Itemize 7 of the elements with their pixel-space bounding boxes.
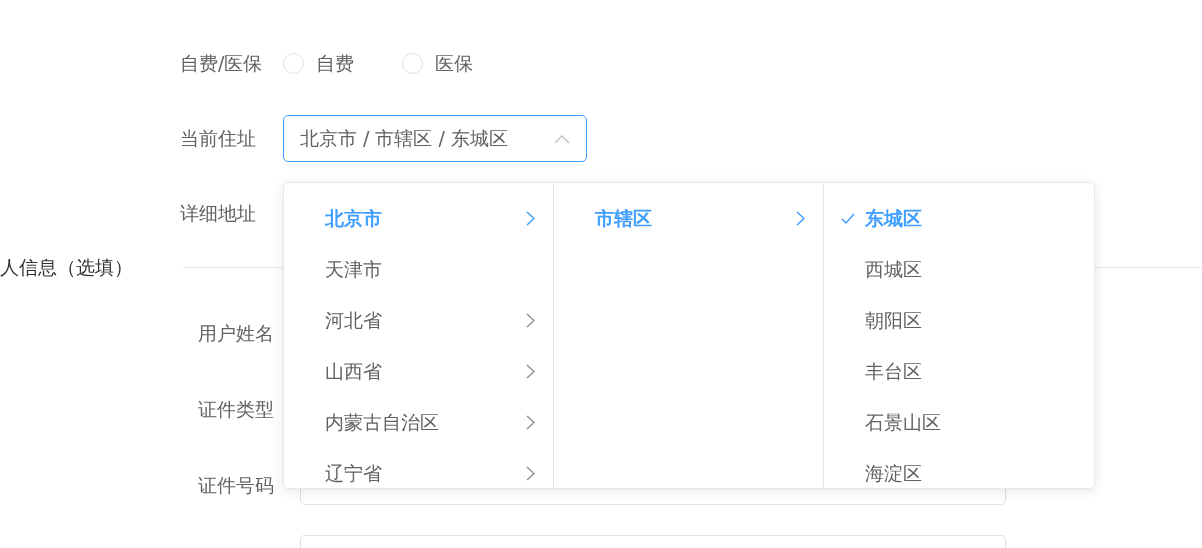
field-label: 证件号码 <box>198 472 275 498</box>
field-label: 证件类型 <box>198 396 275 422</box>
field-label: 自费/医保 <box>180 51 264 77</box>
section-title: 人信息（选填） <box>0 254 134 280</box>
field-label: 用户姓名 <box>198 320 275 346</box>
field-label: 详细地址 <box>180 201 257 227</box>
field-label: 当前住址 <box>180 126 257 152</box>
